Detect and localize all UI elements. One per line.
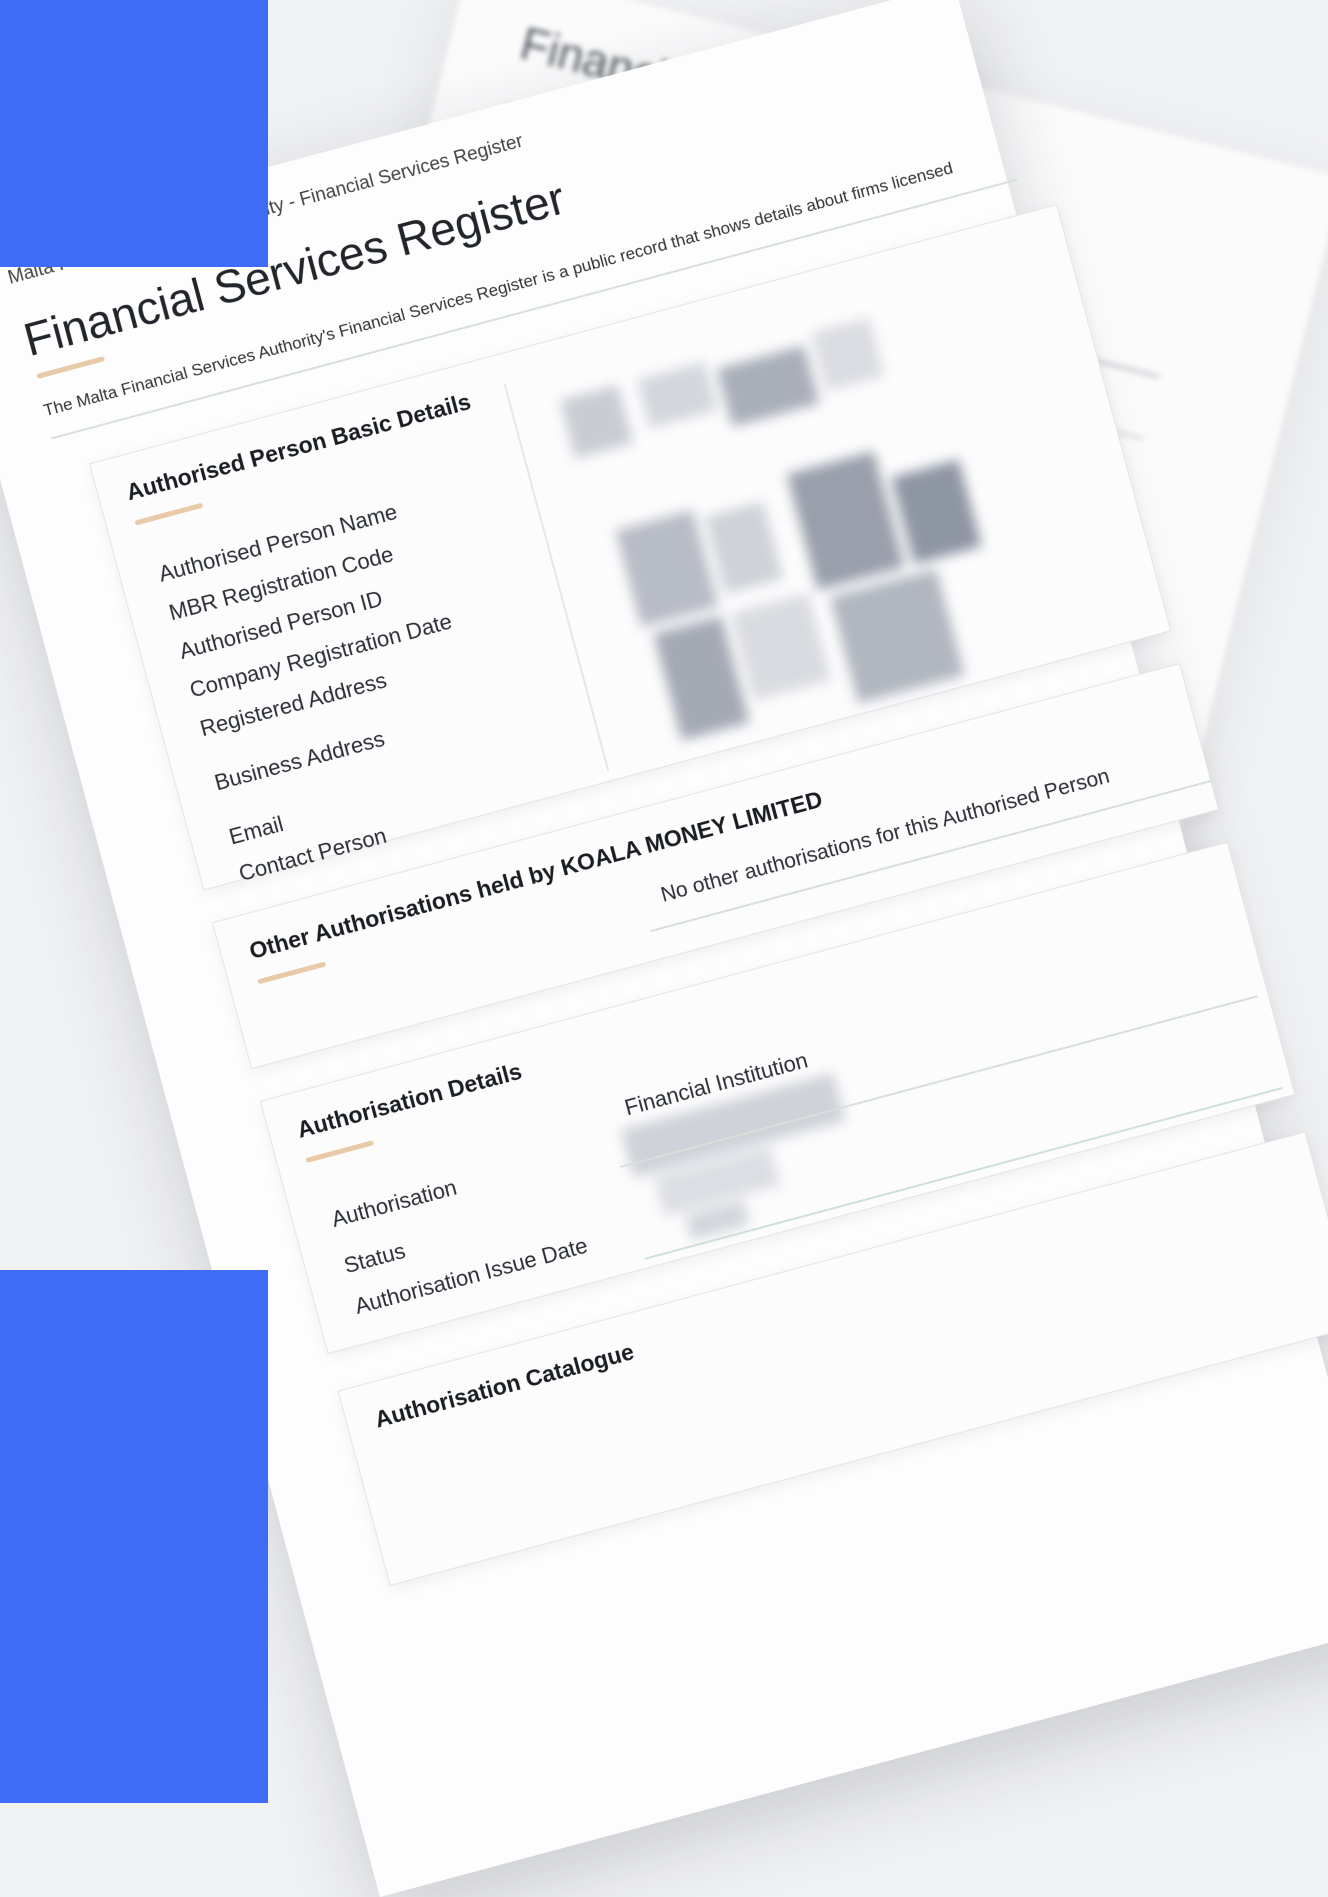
heading-underline — [305, 1140, 375, 1164]
label-status: Status — [341, 1238, 409, 1279]
heading-underline — [257, 961, 327, 985]
label-business-address: Business Address — [211, 725, 388, 796]
heading-underline — [134, 502, 204, 526]
label-email: Email — [226, 811, 286, 850]
authorisation-catalogue-heading: Authorisation Catalogue — [371, 1338, 637, 1433]
label-authorisation: Authorisation — [328, 1174, 460, 1232]
authorisation-details-heading: Authorisation Details — [294, 1057, 525, 1143]
blue-corner-block-bottom — [0, 1270, 268, 1803]
redacted-values — [559, 297, 1045, 768]
blue-corner-block-top — [0, 0, 268, 267]
